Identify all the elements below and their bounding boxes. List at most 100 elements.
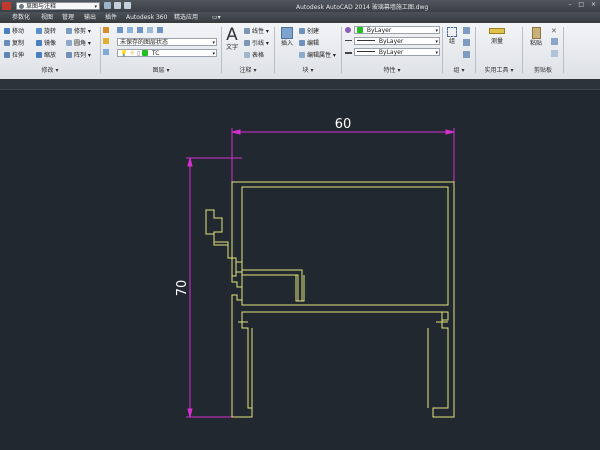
layers-panel: 未保存的图层状态 ▾ 💡 ☼ ▯ TC ▾ 图层 ▾ xyxy=(101,23,221,79)
scale-button[interactable]: 缩放 xyxy=(36,51,56,60)
layers-panel-title[interactable]: 图层 ▾ xyxy=(101,66,221,75)
insert-button[interactable]: 插入 xyxy=(277,27,297,48)
layer-tool-icon[interactable] xyxy=(157,27,163,33)
annotation-panel-title[interactable]: 注释 ▾ xyxy=(222,66,274,75)
lineweight-icon xyxy=(345,52,352,54)
layer-tool-icon[interactable] xyxy=(147,27,153,33)
pencil-icon[interactable] xyxy=(103,27,109,33)
edit-block-button[interactable]: 编辑 xyxy=(299,39,319,48)
properties-panel-title[interactable]: 特性 ▾ xyxy=(342,66,442,75)
dim-text-60: 60 xyxy=(335,117,352,132)
measure-button[interactable]: 测量 xyxy=(480,28,514,46)
title-bar: 草图与注释 ▾ Autodesk AutoCAD 2014 玻璃幕墙施工图.dw… xyxy=(0,0,600,12)
block-panel-title[interactable]: 块 ▾ xyxy=(275,66,341,75)
group-button[interactable]: 组 xyxy=(445,27,459,46)
tab-output[interactable]: 输出 xyxy=(84,12,96,23)
app-logo[interactable] xyxy=(2,2,11,10)
match-properties-icon[interactable] xyxy=(345,27,351,33)
layer-tool-icon[interactable] xyxy=(117,27,123,33)
move-button[interactable]: 移动 xyxy=(4,27,24,36)
mirror-button[interactable]: 镜像 xyxy=(36,39,56,48)
copy-clip-icon[interactable] xyxy=(551,38,558,45)
close-button[interactable]: × xyxy=(591,1,596,8)
redo-icon[interactable] xyxy=(124,2,131,9)
edit-attributes-button[interactable]: 编辑属性 ▾ xyxy=(299,51,336,60)
text-label: 文字 xyxy=(225,44,238,51)
tab-overflow[interactable]: ▭▾ xyxy=(212,12,221,23)
tab-parametric[interactable]: 参数化 xyxy=(12,12,30,23)
tab-view[interactable]: 视图 xyxy=(41,12,53,23)
undo-icon[interactable] xyxy=(114,2,121,9)
minimize-button[interactable]: – xyxy=(568,1,571,8)
ribbon: 移动 旋转 修剪 ▾ 复制 镜像 圆角 ▾ 拉伸 缩放 阵列 ▾ 修改 ▾ 未保… xyxy=(0,23,600,80)
clipboard-panel: 粘贴 ✕ 剪贴板 xyxy=(523,23,563,79)
linear-dimension-button[interactable]: 线性 ▾ xyxy=(244,27,269,36)
modify-panel: 移动 旋转 修剪 ▾ 复制 镜像 圆角 ▾ 拉伸 缩放 阵列 ▾ 修改 ▾ xyxy=(0,23,100,79)
text-icon: A xyxy=(226,25,238,45)
leader-button[interactable]: 引线 ▾ xyxy=(244,39,269,48)
sun-icon: ☼ xyxy=(129,50,135,57)
cut-icon[interactable]: ✕ xyxy=(551,27,557,35)
paste-button[interactable]: 粘贴 xyxy=(529,27,543,48)
stretch-button[interactable]: 拉伸 xyxy=(4,51,24,60)
lock-icon: ▯ xyxy=(136,50,141,57)
save-icon[interactable] xyxy=(104,2,111,9)
trim-button[interactable]: 修剪 ▾ xyxy=(66,27,91,36)
linetype-dropdown[interactable]: ByLayer ▾ xyxy=(354,37,440,45)
stretch-icon xyxy=(4,52,10,58)
group-edit-icon[interactable] xyxy=(463,39,470,46)
lineweight-dropdown[interactable]: ByLayer ▾ xyxy=(354,48,440,56)
match-clip-icon[interactable] xyxy=(551,50,558,57)
chevron-down-icon: ▾ xyxy=(435,28,438,34)
layer-dropdown[interactable]: 💡 ☼ ▯ TC ▾ xyxy=(117,49,217,57)
layer-icon[interactable] xyxy=(103,38,109,44)
copy-button[interactable]: 复制 xyxy=(4,39,24,48)
mirror-label: 镜像 xyxy=(44,40,57,47)
measure-label: 测量 xyxy=(490,38,503,45)
edit-attributes-label: 编辑属性 ▾ xyxy=(307,52,336,59)
linetype-line xyxy=(357,40,375,41)
create-block-button[interactable]: 创建 xyxy=(299,27,319,36)
utilities-panel-title[interactable]: 实用工具 ▾ xyxy=(476,66,522,75)
edit-label: 编辑 xyxy=(307,40,320,47)
color-dropdown[interactable]: ByLayer ▾ xyxy=(354,26,440,34)
fillet-button[interactable]: 圆角 ▾ xyxy=(66,39,91,48)
lineweight-line xyxy=(357,51,375,52)
layer-tool-icon[interactable] xyxy=(137,27,143,33)
group-select-icon[interactable] xyxy=(463,51,470,58)
scale-label: 缩放 xyxy=(44,52,57,59)
tab-manage[interactable]: 管理 xyxy=(62,12,74,23)
text-button[interactable]: A 文字 xyxy=(224,26,240,52)
group-label: 组 xyxy=(448,38,455,45)
chevron-down-icon: ▾ xyxy=(212,40,215,46)
layer-tool-icon[interactable] xyxy=(127,27,133,33)
clipboard-panel-title[interactable]: 剪贴板 xyxy=(523,66,563,75)
tab-plugins[interactable]: 插件 xyxy=(105,12,117,23)
array-label: 阵列 ▾ xyxy=(74,52,91,59)
color-swatch xyxy=(357,27,363,33)
drawing-tab-strip xyxy=(0,79,600,90)
tab-featured-apps[interactable]: 精选应用 xyxy=(174,12,198,23)
ungroup-icon[interactable] xyxy=(463,27,470,34)
maximize-button[interactable]: □ xyxy=(578,1,584,8)
table-icon xyxy=(244,52,250,58)
chevron-down-icon: ▾ xyxy=(212,51,215,57)
rotate-button[interactable]: 旋转 xyxy=(36,27,56,36)
workspace-switcher[interactable]: 草图与注释 ▾ xyxy=(16,2,100,10)
rotate-icon xyxy=(36,28,42,34)
properties-panel: ByLayer ▾ ByLayer ▾ ByLayer ▾ 特性 ▾ xyxy=(342,23,442,79)
utilities-panel: 测量 实用工具 ▾ xyxy=(476,23,522,79)
groups-panel-title[interactable]: 组 ▾ xyxy=(443,66,475,75)
array-icon xyxy=(66,52,72,58)
drawing-canvas[interactable]: 60 70 xyxy=(0,90,600,450)
layer-match-icon[interactable] xyxy=(103,49,109,55)
tab-autodesk-360[interactable]: Autodesk 360 xyxy=(126,12,167,23)
linetype-icon xyxy=(345,40,352,41)
ruler-icon xyxy=(489,28,505,34)
modify-panel-title[interactable]: 修改 ▾ xyxy=(0,66,100,75)
array-button[interactable]: 阵列 ▾ xyxy=(66,51,91,60)
table-button[interactable]: 表格 xyxy=(244,51,264,60)
layer-state-dropdown[interactable]: 未保存的图层状态 ▾ xyxy=(117,38,217,46)
create-label: 创建 xyxy=(307,28,320,35)
move-icon xyxy=(4,28,10,34)
